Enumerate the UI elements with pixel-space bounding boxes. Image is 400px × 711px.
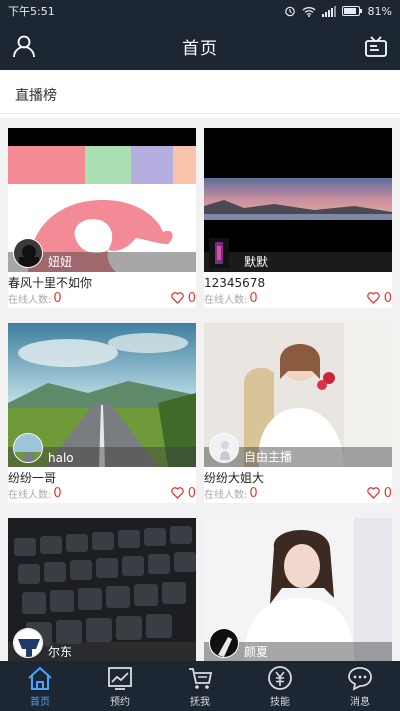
room-meta: 在线人数: 0 0: [8, 483, 196, 503]
live-room-card[interactable]: 颜夏: [204, 518, 392, 661]
section-title: 直播榜: [15, 87, 57, 104]
tab-shop[interactable]: 抚我: [160, 661, 240, 711]
anchor-name: 默默: [244, 255, 269, 269]
coin-icon: [268, 665, 292, 690]
room-thumbnail[interactable]: 默默: [204, 128, 392, 272]
anchor-avatar: [209, 628, 239, 658]
bottom-tab-bar: 首页 预约 抚我 技能 消息: [0, 661, 400, 711]
live-room-card[interactable]: 尔东: [8, 518, 196, 661]
anchor-avatar: [209, 433, 239, 463]
likes: 0: [170, 485, 196, 501]
anchor-name: 妞妞: [48, 255, 73, 269]
anchor-name: halo: [48, 451, 74, 465]
anchor-avatar: [13, 238, 43, 268]
room-meta: 在线人数: 0 0: [204, 483, 392, 503]
room-meta: 在线人数: 0 0: [204, 288, 392, 308]
tab-label: 抚我: [190, 696, 210, 708]
like-count: 0: [383, 290, 392, 306]
section-header: 直播榜: [0, 76, 400, 114]
anchor-name: 自由主播: [244, 450, 293, 464]
home-icon: [28, 666, 52, 690]
tab-reservation[interactable]: 预约: [80, 661, 160, 711]
room-meta: 在线人数: 0 0: [8, 288, 196, 308]
chat-icon: [348, 666, 372, 691]
online-count: 0: [249, 485, 258, 501]
live-room-card[interactable]: 默默 12345678 在线人数: 0 0: [204, 128, 392, 308]
wifi-icon: [302, 6, 315, 17]
heart-icon[interactable]: [366, 292, 380, 304]
online-label: 在线人数:: [8, 489, 52, 501]
online-count: 0: [53, 290, 62, 306]
profile-icon[interactable]: [10, 32, 38, 60]
tab-label: 首页: [30, 696, 50, 708]
status-bar: 下午5:51 81%: [0, 0, 400, 22]
online-count: 0: [249, 290, 258, 306]
live-room-card[interactable]: 妞妞 春风十里不如你 在线人数: 0 0: [8, 128, 196, 308]
signal-icon: [321, 5, 336, 17]
live-room-card[interactable]: 自由主播 纷纷大姐大 在线人数: 0 0: [204, 323, 392, 503]
tab-messages[interactable]: 消息: [320, 661, 400, 711]
room-thumbnail[interactable]: 尔东: [8, 518, 196, 661]
live-room-grid: 妞妞 春风十里不如你 在线人数: 0 0 默默 12345678 在线人数: 0…: [0, 118, 400, 661]
heart-icon[interactable]: [170, 292, 184, 304]
live-room-card[interactable]: halo 纷纷一哥 在线人数: 0 0: [8, 323, 196, 503]
tab-label: 预约: [110, 696, 130, 708]
page-title: 首页: [182, 38, 218, 59]
likes: 0: [366, 485, 392, 501]
like-count: 0: [187, 485, 196, 501]
anchor-name: 颜夏: [244, 645, 269, 659]
heart-icon[interactable]: [170, 487, 184, 499]
cart-icon: [189, 667, 213, 689]
room-thumbnail[interactable]: halo: [8, 323, 196, 467]
anchor-avatar: [13, 628, 43, 658]
online-label: 在线人数:: [204, 489, 248, 501]
room-thumbnail[interactable]: 颜夏: [204, 518, 392, 661]
tab-label: 消息: [350, 696, 370, 708]
status-time: 下午5:51: [8, 5, 55, 18]
likes: 0: [170, 290, 196, 306]
tab-home[interactable]: 首页: [0, 661, 80, 711]
battery-level: 81%: [367, 4, 392, 18]
battery-icon: [341, 6, 362, 16]
anchor-avatar: [13, 433, 43, 463]
anchor-bar: [204, 252, 392, 272]
likes: 0: [366, 290, 392, 306]
room-thumbnail[interactable]: 自由主播: [204, 323, 392, 467]
like-count: 0: [383, 485, 392, 501]
online-label: 在线人数:: [8, 294, 52, 306]
alarm-icon: [284, 6, 295, 17]
like-count: 0: [187, 290, 196, 306]
chart-icon: [108, 666, 132, 690]
thumbnail-image: [204, 128, 392, 272]
room-thumbnail[interactable]: 妞妞: [8, 128, 196, 272]
anchor-name: 尔东: [48, 645, 73, 659]
anchor-avatar: [209, 238, 229, 268]
title-bar: 首页: [0, 22, 400, 70]
room-title: 春风十里不如你: [8, 276, 93, 290]
heart-icon[interactable]: [366, 487, 380, 499]
online-count: 0: [53, 485, 62, 501]
online-label: 在线人数:: [204, 294, 248, 306]
room-title: 12345678: [204, 276, 266, 290]
room-title: 纷纷一哥: [8, 471, 57, 485]
room-title: 纷纷大姐大: [204, 471, 265, 485]
live-tv-icon[interactable]: [362, 32, 390, 60]
tab-label: 技能: [270, 696, 290, 708]
tab-skills[interactable]: 技能: [240, 661, 320, 711]
